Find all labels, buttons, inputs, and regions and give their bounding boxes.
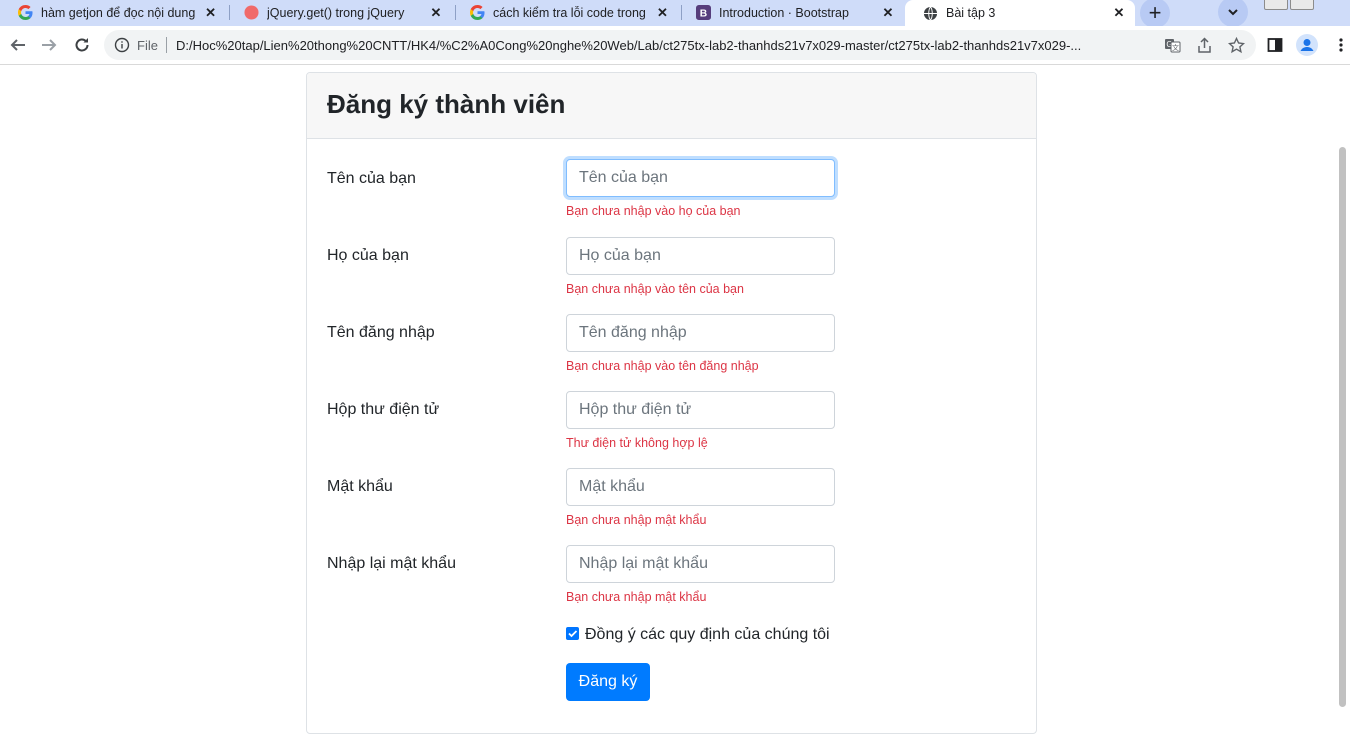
more-vert-icon <box>1339 38 1343 52</box>
minimize-button[interactable] <box>1264 0 1288 10</box>
tab-strip: hàm getjon để đọc nội dung từ ✕ jQuery.g… <box>0 0 1350 28</box>
password-input[interactable] <box>566 468 835 506</box>
svg-text:文: 文 <box>1172 43 1179 52</box>
first-name-input[interactable] <box>566 159 835 197</box>
tab-4[interactable]: B Introduction · Bootstrap ✕ <box>678 0 904 25</box>
translate-icon[interactable]: G文 <box>1164 37 1181 54</box>
email-input[interactable] <box>566 391 835 429</box>
username-label: Tên đăng nhập <box>327 324 435 341</box>
window-controls <box>1264 0 1314 10</box>
tab-title: cách kiểm tra lỗi code trong vi <box>493 5 649 20</box>
plus-icon: + <box>1148 0 1162 25</box>
tab-1[interactable]: hàm getjon để đọc nội dung từ ✕ <box>0 0 226 25</box>
arrow-left-icon <box>10 39 25 51</box>
back-button[interactable] <box>5 32 31 58</box>
confirm-password-input[interactable] <box>566 545 835 583</box>
close-tab-icon[interactable]: ✕ <box>428 5 444 21</box>
side-panel-icon <box>1267 38 1283 52</box>
last-name-error: Bạn chưa nhập vào tên của bạn <box>566 282 744 296</box>
forward-button[interactable] <box>36 32 62 58</box>
scrollbar[interactable] <box>1335 65 1350 718</box>
google-icon <box>17 5 33 21</box>
google-icon <box>469 5 485 21</box>
close-tab-icon[interactable]: ✕ <box>203 5 218 21</box>
registration-card: Đăng ký thành viên Tên của bạn Bạn chưa … <box>306 72 1037 734</box>
new-tab-button[interactable]: + <box>1140 0 1170 28</box>
close-tab-icon[interactable]: ✕ <box>655 5 670 21</box>
menu-button[interactable] <box>1328 32 1350 58</box>
reload-button[interactable] <box>69 32 95 58</box>
tab-title: jQuery.get() trong jQuery <box>267 5 405 20</box>
url-text[interactable]: D:/Hoc%20tap/Lien%20thong%20CNTT/HK4/%C2… <box>176 38 1156 53</box>
side-panel-button[interactable] <box>1262 32 1288 58</box>
tab-search-button[interactable] <box>1218 0 1248 27</box>
tab-3[interactable]: cách kiểm tra lỗi code trong vi ✕ <box>452 0 678 25</box>
checkmark-icon <box>568 630 578 638</box>
chevron-down-icon <box>1228 9 1238 16</box>
tab-title: Introduction · Bootstrap <box>719 5 849 20</box>
password-error: Bạn chưa nhập mật khẩu <box>566 513 707 527</box>
page-content: Đăng ký thành viên Tên của bạn Bạn chưa … <box>0 65 1350 734</box>
tab-title: Bài tập 3 <box>946 6 996 20</box>
divider <box>166 37 167 53</box>
first-name-label: Tên của bạn <box>327 170 416 187</box>
confirm-password-label: Nhập lại mật khẩu <box>327 555 456 572</box>
close-tab-icon[interactable]: ✕ <box>1111 5 1127 21</box>
star-icon[interactable] <box>1228 37 1245 54</box>
globe-icon <box>922 5 938 21</box>
username-input[interactable] <box>566 314 835 352</box>
reload-icon <box>75 38 89 52</box>
restore-button[interactable] <box>1290 0 1314 10</box>
tab-5-active[interactable]: Bài tập 3 ✕ <box>905 0 1135 26</box>
info-icon[interactable] <box>114 37 130 53</box>
scrollbar-thumb[interactable] <box>1339 147 1346 707</box>
tab-2[interactable]: jQuery.get() trong jQuery ✕ <box>226 0 452 25</box>
last-name-input[interactable] <box>566 237 835 275</box>
email-label: Hộp thư điện tử <box>327 401 440 418</box>
password-label: Mật khẩu <box>327 478 393 495</box>
last-name-label: Họ của bạn <box>327 247 409 264</box>
svg-text:B: B <box>699 9 706 20</box>
confirm-password-error: Bạn chưa nhập mật khẩu <box>566 590 707 604</box>
page-title: Đăng ký thành viên <box>327 89 566 119</box>
address-bar[interactable]: File D:/Hoc%20tap/Lien%20thong%20CNTT/HK… <box>104 30 1256 60</box>
bootstrap-icon: B <box>695 5 711 21</box>
register-button[interactable]: Đăng ký <box>566 663 650 701</box>
close-tab-icon[interactable]: ✕ <box>880 5 896 21</box>
username-error: Bạn chưa nhập vào tên đăng nhập <box>566 359 759 373</box>
first-name-error: Bạn chưa nhập vào họ của bạn <box>566 204 741 218</box>
browser-toolbar: File D:/Hoc%20tap/Lien%20thong%20CNTT/HK… <box>0 26 1350 65</box>
site-icon <box>243 5 259 21</box>
avatar-icon <box>1296 34 1318 56</box>
agree-label[interactable]: Đồng ý các quy định của chúng tôi <box>585 626 830 644</box>
scheme-label: File <box>137 38 158 53</box>
card-header: Đăng ký thành viên <box>307 73 1036 139</box>
arrow-right-icon <box>42 39 57 51</box>
agree-checkbox[interactable] <box>566 627 579 640</box>
tab-title: hàm getjon để đọc nội dung từ <box>41 5 198 20</box>
email-error: Thư điện tử không hợp lệ <box>566 436 708 450</box>
share-icon[interactable] <box>1196 37 1213 54</box>
profile-button[interactable] <box>1294 32 1320 58</box>
